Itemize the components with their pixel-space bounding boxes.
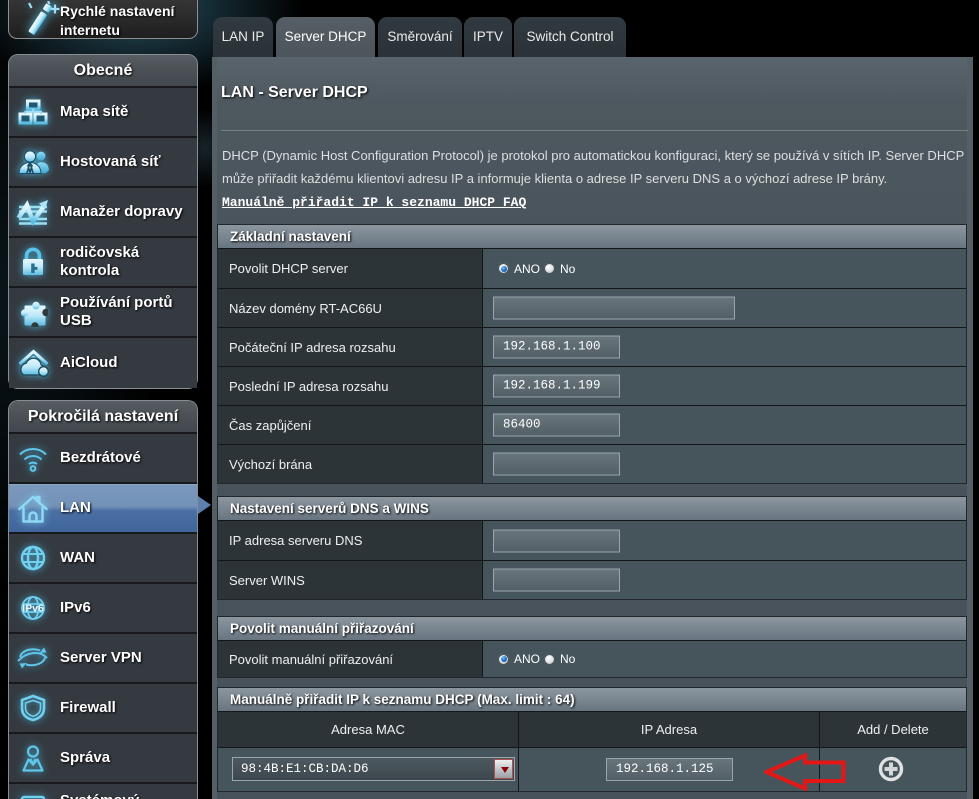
svg-text:IPv6: IPv6 — [22, 603, 44, 615]
